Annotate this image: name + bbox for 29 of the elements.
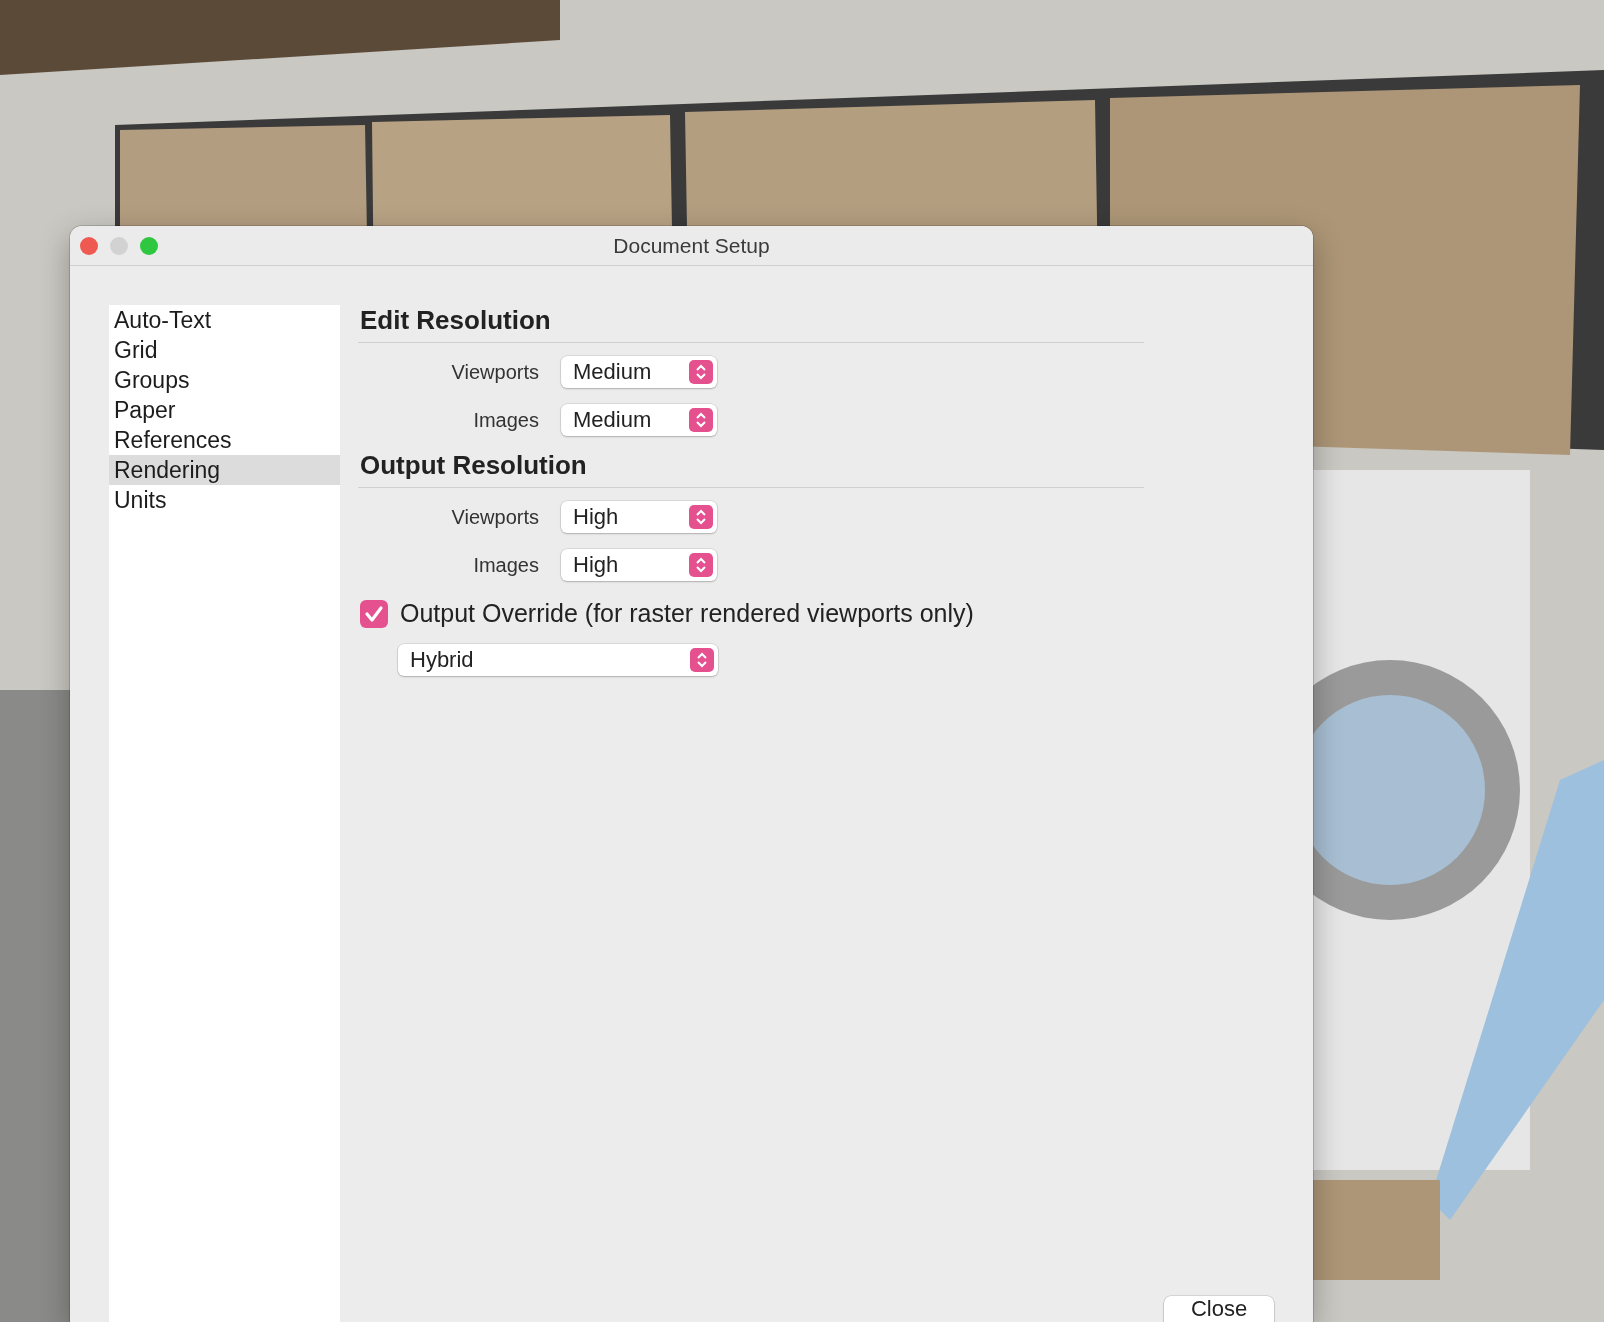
close-window-button[interactable]	[80, 237, 98, 255]
sidebar-item[interactable]: Paper	[109, 395, 340, 425]
field-label: Viewports	[450, 360, 539, 384]
dropdown[interactable]: Hybrid	[398, 644, 718, 676]
sidebar-item[interactable]: Units	[109, 485, 340, 515]
field-label: Viewports	[450, 505, 539, 529]
dropdown[interactable]: Medium	[561, 356, 717, 388]
close-button[interactable]: Close	[1164, 1296, 1274, 1322]
dropdown[interactable]: Medium	[561, 404, 717, 436]
checkbox-label: Output Override (for raster rendered viewports only)	[400, 599, 974, 628]
checkbox[interactable]	[360, 599, 388, 628]
section-heading: Edit Resolution	[358, 305, 1144, 343]
sidebar-item[interactable]: Grid	[109, 335, 340, 365]
sidebar-item[interactable]: Rendering	[109, 455, 340, 485]
stepper-icon	[690, 648, 714, 672]
field-label: Images	[472, 553, 539, 577]
stepper-icon	[689, 505, 713, 529]
window-title: Document Setup	[613, 233, 770, 258]
zoom-window-button[interactable]	[140, 237, 158, 255]
section-heading: Output Resolution	[358, 450, 1144, 488]
stepper-icon	[689, 408, 713, 432]
stepper-icon	[689, 553, 713, 577]
sidebar-item[interactable]: Auto-Text	[109, 305, 340, 335]
dropdown[interactable]: High	[561, 501, 717, 533]
stepper-icon	[689, 360, 713, 384]
sidebar-item[interactable]: Groups	[109, 365, 340, 395]
field-label: Images	[472, 408, 539, 432]
dropdown[interactable]: High	[561, 549, 717, 581]
sidebar-item[interactable]: References	[109, 425, 340, 455]
